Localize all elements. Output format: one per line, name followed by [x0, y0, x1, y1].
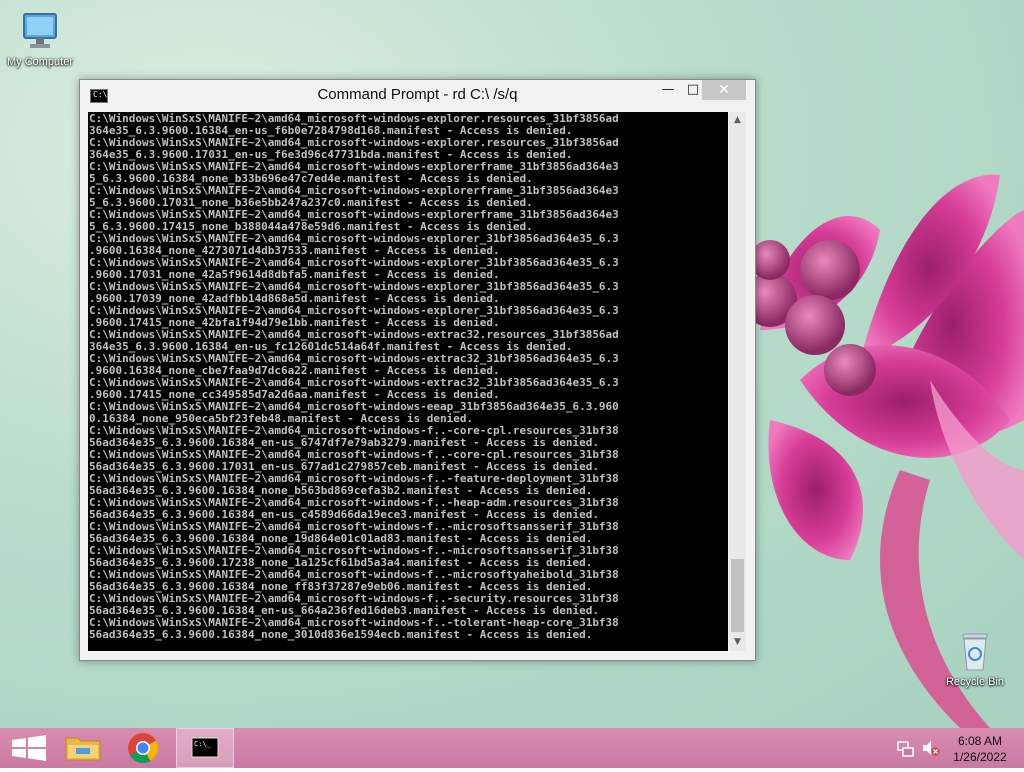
scrollbar-thumb[interactable]: [731, 559, 744, 632]
taskbar: C:\_ 6:08 AM 1/26/2022: [0, 728, 1024, 768]
clock-time: 6:08 AM: [957, 734, 1003, 748]
console-text: C:\Windows\WinSxS\MANIFE~2\amd64_microso…: [88, 112, 728, 641]
cmd-taskbar-button[interactable]: C:\_: [176, 728, 234, 768]
svg-text:C:\_: C:\_: [194, 740, 212, 748]
console-output[interactable]: C:\Windows\WinSxS\MANIFE~2\amd64_microso…: [88, 112, 728, 651]
volume-tray-button[interactable]: [920, 728, 942, 768]
folder-icon: [65, 737, 101, 761]
console-line: 56ad364e35_6.3.9600.16384_none_3010d836e…: [89, 628, 593, 641]
clock-date: 1/26/2022: [953, 750, 1007, 764]
desktop: My Computer Recycle Bin C:\ Command Prom…: [0, 0, 1024, 728]
network-tray-button[interactable]: [895, 728, 917, 768]
window-titlebar[interactable]: C:\ Command Prompt - rd C:\ /s/q — □ ✕: [80, 80, 755, 108]
network-icon: [897, 741, 914, 757]
clock[interactable]: 6:08 AM 1/26/2022: [945, 733, 1015, 765]
chrome-icon: [128, 733, 159, 764]
window-title: Command Prompt - rd C:\ /s/q: [317, 86, 518, 103]
close-button[interactable]: ✕: [702, 80, 746, 100]
computer-icon: [23, 13, 57, 48]
chrome-button[interactable]: [114, 728, 172, 768]
start-button[interactable]: [0, 728, 58, 768]
vertical-scrollbar[interactable]: ▲ ▼: [729, 112, 746, 651]
recycle-bin-desktop-icon[interactable]: Recycle Bin: [935, 630, 1015, 688]
file-explorer-button[interactable]: [54, 728, 112, 768]
volume-muted-icon: [923, 741, 940, 756]
scroll-down-arrow-icon[interactable]: ▼: [729, 634, 746, 651]
recycle-bin-label: Recycle Bin: [945, 676, 1005, 688]
windows-logo-icon: [12, 735, 46, 761]
command-prompt-window[interactable]: C:\ Command Prompt - rd C:\ /s/q — □ ✕ C…: [79, 79, 756, 661]
recycle-bin-icon: [962, 633, 988, 671]
cmd-icon: C:\_: [191, 737, 219, 758]
my-computer-label: My Computer: [6, 56, 74, 68]
minimize-button[interactable]: —: [655, 80, 681, 100]
scroll-up-arrow-icon[interactable]: ▲: [729, 112, 746, 129]
my-computer-desktop-icon[interactable]: My Computer: [0, 10, 80, 68]
